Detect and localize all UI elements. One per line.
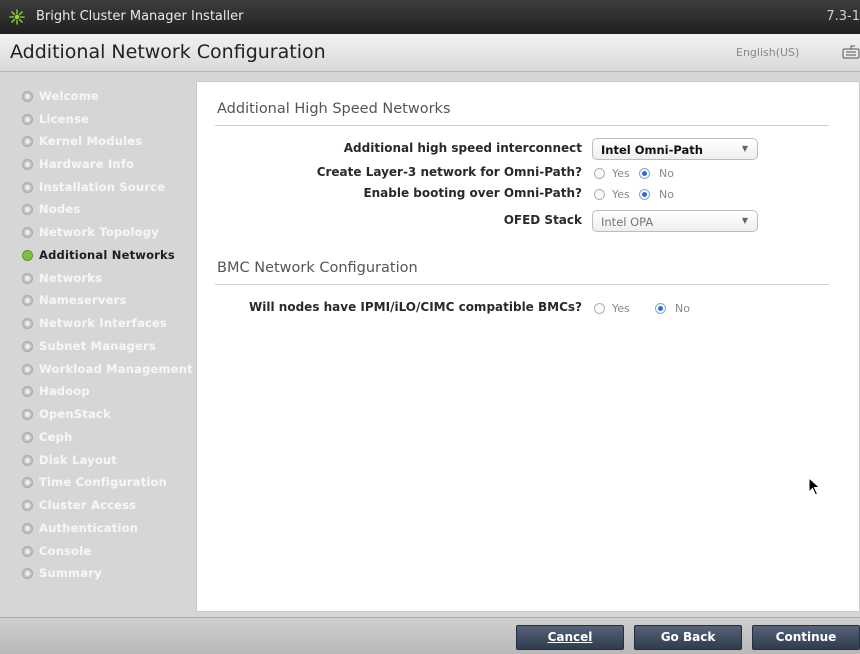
cancel-button[interactable]: Cancel — [516, 625, 624, 650]
step-indicator-icon — [22, 91, 33, 102]
ofed-stack-select[interactable]: Intel OPA ▼ — [592, 210, 758, 232]
main-content-panel: Additional High Speed Networks Additiona… — [196, 81, 860, 612]
step-label: Installation Source — [39, 180, 166, 194]
step-label: Disk Layout — [39, 453, 118, 467]
step-indicator-icon — [22, 546, 33, 557]
step-label: Workload Management — [39, 362, 193, 376]
step-label: Welcome — [39, 89, 99, 103]
window-title: Bright Cluster Manager Installer — [36, 9, 244, 24]
step-indicator-icon — [22, 477, 33, 488]
language-selector[interactable]: English(US) — [736, 46, 799, 59]
step-indicator-icon — [22, 409, 33, 420]
installer-steps-sidebar: Welcome License Kernel Modules Hardware … — [0, 72, 196, 617]
bmc-no-label: No — [675, 302, 690, 315]
version-label: 7.3-1 — [826, 9, 860, 24]
interconnect-value: Intel Omni-Path — [601, 143, 703, 157]
bmc-yes-radio[interactable] — [594, 303, 605, 314]
section-divider — [215, 284, 829, 285]
section-title-high-speed: Additional High Speed Networks — [217, 101, 451, 117]
layer3-no-radio[interactable] — [639, 168, 650, 179]
step-indicator-icon — [22, 364, 33, 375]
layer3-label: Create Layer-3 network for Omni-Path? — [316, 165, 582, 179]
interconnect-select[interactable]: Intel Omni-Path ▼ — [592, 138, 758, 160]
page-title: Additional Network Configuration — [10, 41, 326, 63]
bmc-yes-label: Yes — [612, 302, 630, 315]
step-label: Network Topology — [39, 225, 159, 239]
step-label: Ceph — [39, 430, 73, 444]
step-indicator-icon — [22, 227, 33, 238]
section-divider — [215, 125, 829, 126]
step-label: License — [39, 112, 90, 126]
boot-label: Enable booting over Omni-Path? — [363, 186, 582, 200]
boot-yes-label: Yes — [612, 188, 630, 201]
step-label: Networks — [39, 271, 103, 285]
dropdown-arrow-icon: ▼ — [741, 216, 748, 225]
step-indicator-icon — [22, 432, 33, 443]
step-indicator-icon — [22, 523, 33, 534]
step-indicator-icon — [22, 318, 33, 329]
step-label: Hardware Info — [39, 157, 135, 171]
mouse-cursor-icon — [808, 477, 821, 496]
step-indicator-icon — [22, 159, 33, 170]
step-label: Cluster Access — [39, 498, 137, 512]
continue-button-label: Continue — [775, 630, 837, 644]
go-back-button-label: Go Back — [660, 630, 716, 644]
step-label: Nameservers — [39, 293, 127, 307]
dropdown-arrow-icon: ▼ — [741, 144, 748, 153]
step-indicator-icon — [22, 341, 33, 352]
bmc-question-label: Will nodes have IPMI/iLO/CIMC compatible… — [249, 300, 582, 314]
go-back-button[interactable]: Go Back — [634, 625, 742, 650]
ofed-stack-label: OFED Stack — [503, 213, 582, 227]
cancel-button-label: Cancel — [547, 630, 593, 644]
boot-yes-radio[interactable] — [594, 189, 605, 200]
boot-no-radio[interactable] — [639, 189, 650, 200]
layer3-yes-label: Yes — [612, 167, 630, 180]
continue-button[interactable]: Continue — [752, 625, 860, 650]
ofed-stack-value: Intel OPA — [601, 215, 654, 229]
step-indicator-icon — [22, 568, 33, 579]
boot-no-label: No — [659, 188, 674, 201]
bmc-no-radio[interactable] — [655, 303, 666, 314]
step-indicator-icon — [22, 295, 33, 306]
step-indicator-icon — [22, 182, 33, 193]
step-indicator-icon — [22, 114, 33, 125]
step-label: Kernel Modules — [39, 134, 143, 148]
step-label: Subnet Managers — [39, 339, 156, 353]
footer-bar: Cancel Go Back Continue — [0, 617, 860, 654]
layer3-no-label: No — [659, 167, 674, 180]
step-label: Time Configuration — [39, 475, 168, 489]
step-label: Console — [39, 544, 92, 558]
step-indicator-icon — [22, 500, 33, 511]
step-label: Nodes — [39, 202, 81, 216]
section-title-bmc: BMC Network Configuration — [217, 260, 418, 276]
page-header: Additional Network Configuration English… — [0, 34, 860, 72]
step-indicator-icon — [22, 273, 33, 284]
layer3-yes-radio[interactable] — [594, 168, 605, 179]
keyboard-icon[interactable] — [842, 44, 860, 60]
step-label: Hadoop — [39, 384, 90, 398]
bright-logo-icon — [9, 9, 25, 25]
step-indicator-icon — [22, 386, 33, 397]
step-label: Authentication — [39, 521, 139, 535]
step-indicator-icon — [22, 204, 33, 215]
step-indicator-icon — [22, 136, 33, 147]
step-indicator-icon — [22, 455, 33, 466]
interconnect-label: Additional high speed interconnect — [343, 141, 582, 155]
step-label: Additional Networks — [39, 248, 175, 262]
step-label: OpenStack — [39, 407, 111, 421]
step-label: Network Interfaces — [39, 316, 168, 330]
window-titlebar: Bright Cluster Manager Installer 7.3-1 — [0, 0, 860, 34]
step-active-indicator-icon — [22, 250, 33, 261]
step-label: Summary — [39, 566, 102, 580]
